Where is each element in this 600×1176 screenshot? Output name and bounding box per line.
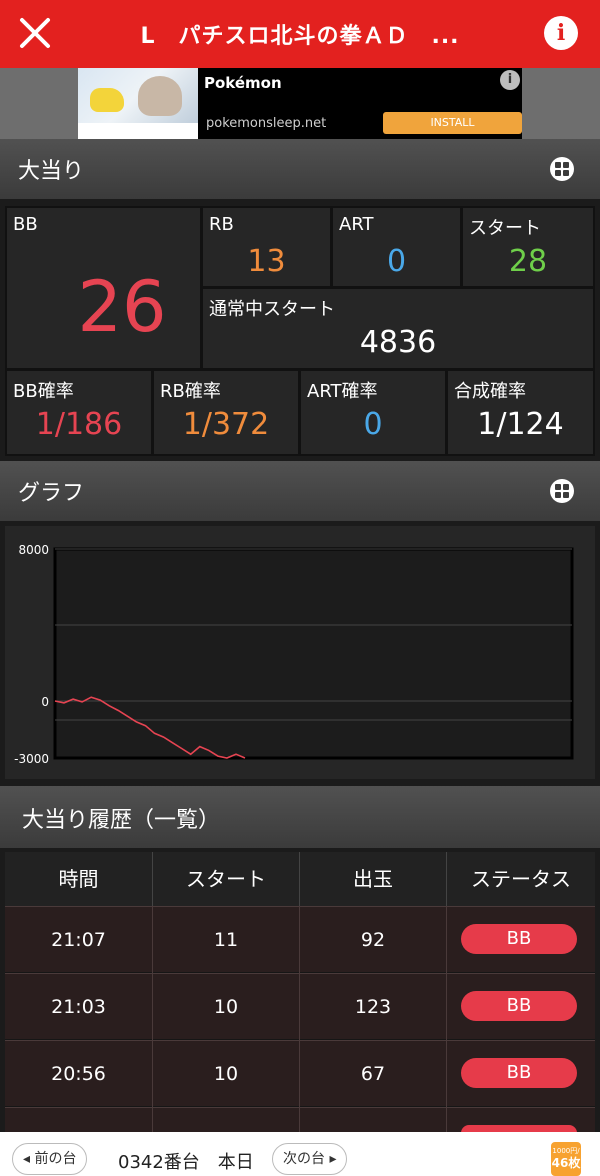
section-title-jackpot: 大当り [18,159,85,184]
prev-machine-button[interactable]: ◂ 前の台 [12,1143,88,1175]
combined-rate-value: 1/124 [477,407,564,442]
table-row[interactable]: 21:03 10 123 BB [5,973,595,1040]
history-table: 時間 スタート 出玉 ステータス 21:07 11 92 BB 21:03 10… [5,852,595,1133]
bb-rate-label: BB確率 [13,381,74,402]
column-header-payout: 出玉 [300,852,447,906]
start-cell: スタート 28 [463,208,593,286]
cell-payout: 92 [300,907,447,973]
column-header-start: スタート [153,852,300,906]
section-header-jackpot: 大当り [0,139,600,199]
section-header-history: 大当り履歴（一覧） [0,786,600,848]
line-chart: 8000 0 -3000 [14,543,574,766]
column-header-time: 時間 [5,852,153,906]
cell-start: 11 [153,907,300,973]
bb-rate-cell: BB確率 1/186 [7,371,151,454]
cell-time [5,1108,153,1133]
rb-value: 13 [247,244,286,279]
bb-label: BB [13,214,38,235]
art-label: ART [339,214,374,235]
y-tick-label: 8000 [18,543,49,557]
art-rate-value: 0 [363,407,383,442]
bb-rate-value: 1/186 [35,407,123,442]
ad-brand: Pokémon [204,74,282,92]
rate-badge-bottom: 46枚 [551,1156,581,1170]
rate-badge: 1000円/ 46枚 [551,1142,581,1176]
rate-badge-top: 1000円/ [552,1147,580,1155]
section-title-history: 大当り履歴（一覧） [22,808,221,833]
ad-banner-area: Pokémon pokemonsleep.net i INSTALL [0,68,600,139]
normal-start-cell: 通常中スタート 4836 [203,289,593,368]
status-badge: BB [461,1058,577,1088]
normal-start-value: 4836 [359,325,437,360]
ad-install-button[interactable]: INSTALL [383,112,522,134]
cell-payout [300,1108,447,1133]
cell-time: 21:03 [5,974,153,1040]
cell-start: 10 [153,974,300,1040]
start-value: 28 [508,244,548,279]
cell-time: 20:56 [5,1041,153,1107]
start-label: スタート [469,218,541,239]
art-rate-cell: ART確率 0 [301,371,445,454]
table-row[interactable]: 21:07 11 92 BB [5,906,595,973]
bb-value: 26 [77,266,167,348]
y-tick-label: 0 [41,695,49,709]
section-title-graph: グラフ [18,481,85,506]
grid-icon[interactable] [550,157,574,181]
rb-rate-value: 1/372 [182,407,270,442]
y-tick-label: -3000 [14,752,49,766]
art-cell: ART 0 [333,208,460,286]
ad-info-icon[interactable]: i [500,70,520,90]
normal-start-label: 通常中スタート [209,299,335,320]
status-badge: BB [461,991,577,1021]
plot-area [53,547,574,760]
next-machine-button[interactable]: 次の台 ▸ [272,1143,348,1175]
chevron-left-icon: ◂ [23,1151,31,1167]
cell-start [153,1108,300,1133]
cell-payout: 67 [300,1041,447,1107]
cell-payout: 123 [300,974,447,1040]
close-icon[interactable] [18,16,52,50]
next-machine-label: 次の台 [283,1151,325,1167]
table-row[interactable]: 20:56 10 67 BB [5,1040,595,1107]
status-badge: BB [461,924,577,954]
rb-cell: RB 13 [203,208,330,286]
header-bar: L パチスロ北斗の拳ＡＤ ... i [0,0,600,68]
column-header-status: ステータス [471,867,571,891]
info-icon[interactable]: i [544,16,578,50]
ad-image [78,68,198,139]
bb-cell: BB 26 [7,208,200,368]
art-rate-label: ART確率 [307,381,378,402]
page-title: L パチスロ北斗の拳ＡＤ ... [140,24,460,49]
combined-rate-label: 合成確率 [454,381,526,402]
rb-label: RB [209,214,234,235]
footer-bar: ◂ 前の台 0342番台 本日 次の台 ▸ 1000円/ 46枚 [0,1132,600,1176]
table-row[interactable] [5,1107,595,1133]
table-header: 時間 スタート 出玉 ステータス [5,852,595,906]
rb-rate-label: RB確率 [160,381,221,402]
stats-panel: BB 26 RB 13 ART 0 スタート 28 通常中スタート 4836 B… [5,206,595,456]
prev-machine-label: 前の台 [34,1151,77,1167]
section-header-graph: グラフ [0,461,600,521]
rb-rate-cell: RB確率 1/372 [154,371,298,454]
combined-rate-cell: 合成確率 1/124 [448,371,593,454]
chevron-right-icon: ▸ [329,1151,337,1167]
art-value: 0 [386,244,407,279]
machine-label: 0342番台 本日 [118,1152,254,1173]
graph-panel: 8000 0 -3000 [5,526,595,779]
ad-url: pokemonsleep.net [206,116,327,131]
ad-banner[interactable]: Pokémon pokemonsleep.net i INSTALL [78,68,522,139]
grid-icon[interactable] [550,479,574,503]
cell-time: 21:07 [5,907,153,973]
cell-start: 10 [153,1041,300,1107]
